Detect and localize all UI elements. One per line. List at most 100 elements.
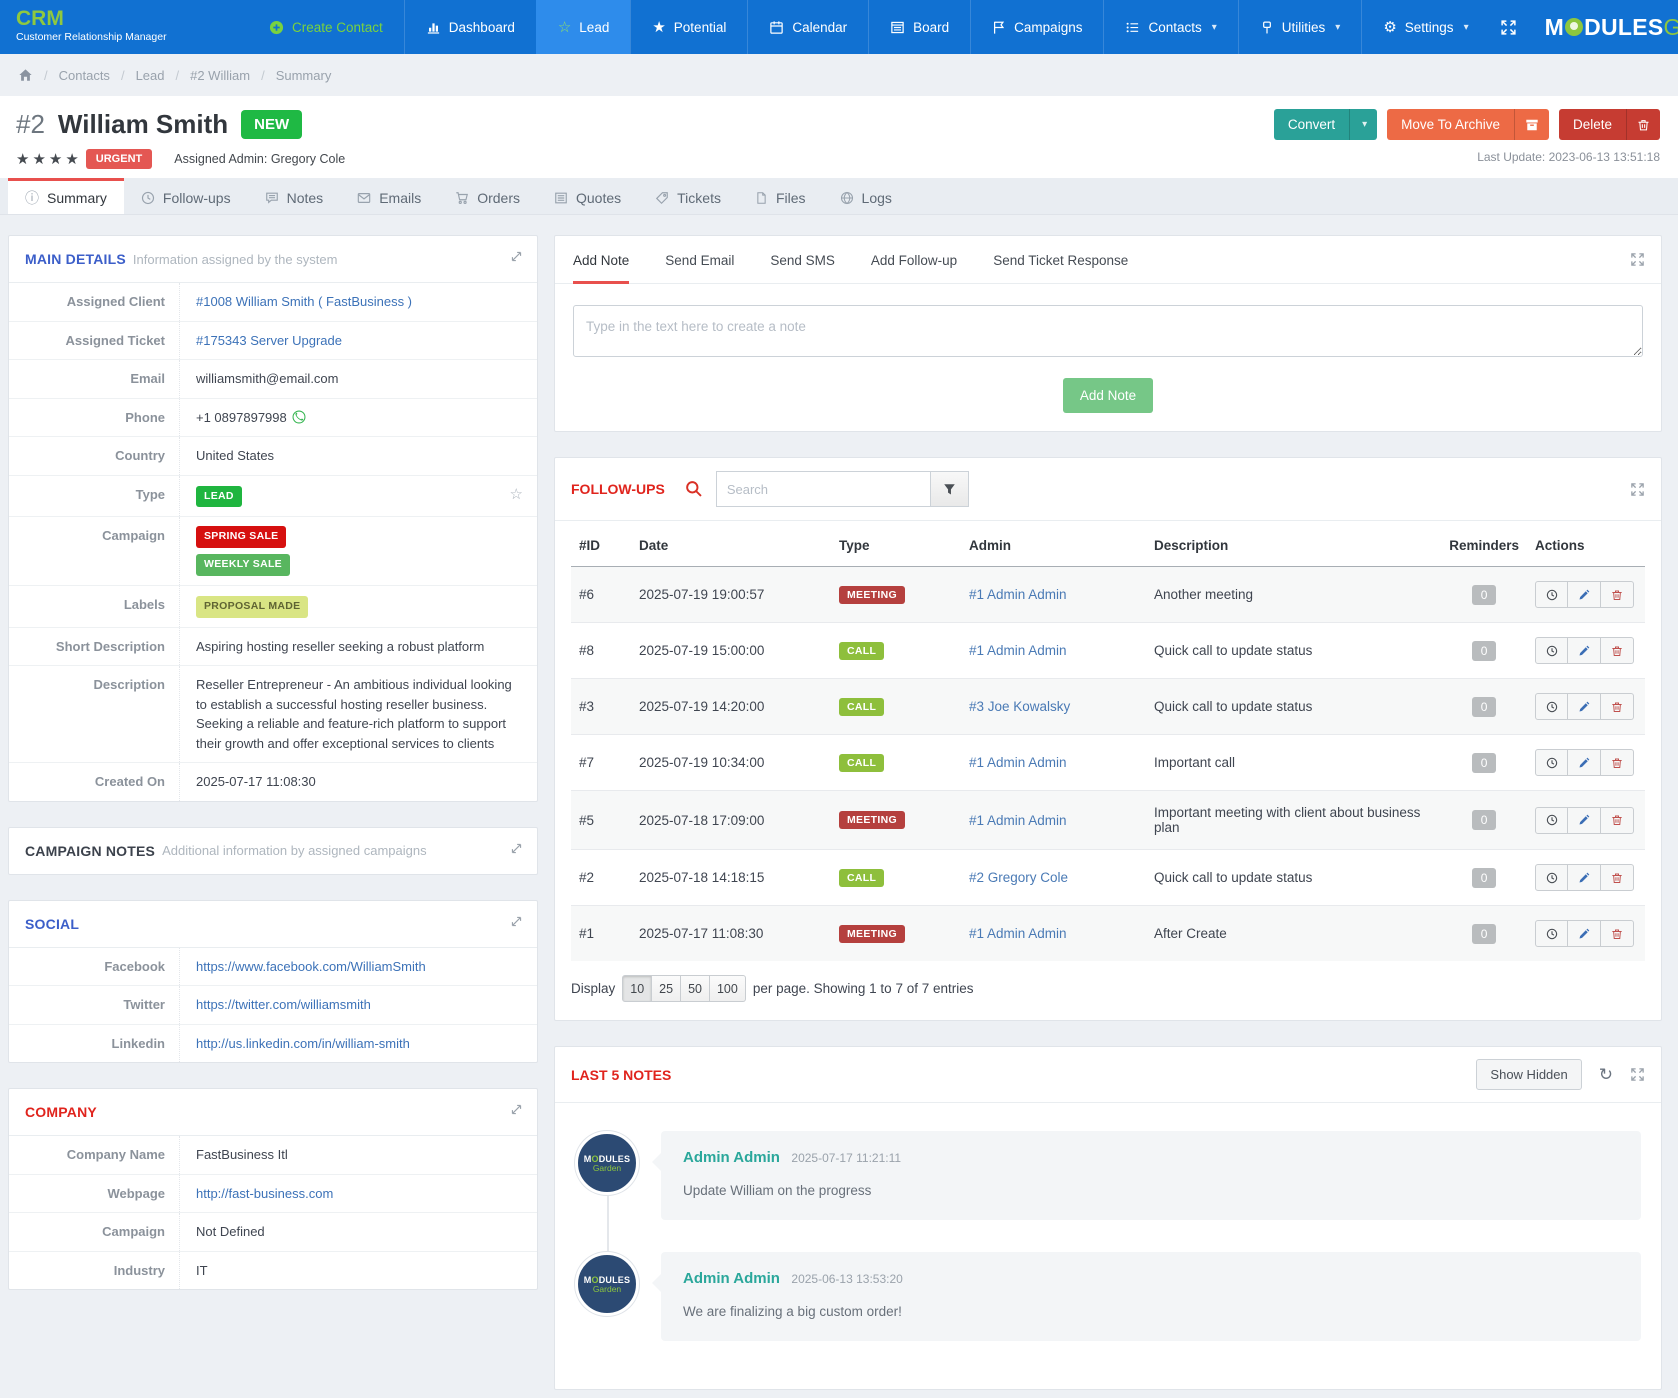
nav-campaigns[interactable]: Campaigns [970, 0, 1103, 54]
breadcrumb-lead[interactable]: Lead [136, 68, 165, 83]
column-header-id[interactable]: #ID [571, 525, 631, 567]
nav-potential[interactable]: ★ Potential [630, 0, 747, 54]
convert-button[interactable]: Convert ▾ [1274, 109, 1377, 140]
edit-pencil-button[interactable] [1568, 807, 1601, 834]
edit-pencil-button[interactable] [1568, 693, 1601, 720]
tab-logs[interactable]: Logs [823, 178, 909, 214]
convert-dropdown-toggle[interactable]: ▾ [1349, 109, 1377, 140]
page-size-50[interactable]: 50 [681, 975, 710, 1002]
tab-files[interactable]: Files [738, 178, 823, 214]
reminder-clock-button[interactable] [1535, 749, 1568, 776]
composer-tab-send-email[interactable]: Send Email [665, 236, 734, 284]
twitter-link[interactable]: https://twitter.com/williamsmith [196, 997, 371, 1012]
lead-id: #2 [16, 109, 45, 140]
reminder-clock-button[interactable] [1535, 864, 1568, 891]
composer-tab-add-note[interactable]: Add Note [573, 236, 629, 284]
admin-link[interactable]: #1 Admin Admin [969, 755, 1067, 770]
admin-link[interactable]: #3 Joe Kowalsky [969, 699, 1070, 714]
row-label: Country [9, 437, 179, 475]
nav-calendar[interactable]: Calendar [747, 0, 868, 54]
fullscreen-expand-icon[interactable] [1630, 1067, 1645, 1082]
nav-board[interactable]: Board [868, 0, 970, 54]
page-size-25[interactable]: 25 [652, 975, 681, 1002]
detail-row-labels: Labels PROPOSAL MADE [9, 585, 537, 627]
column-header-date[interactable]: Date [631, 525, 831, 567]
assigned-client-link[interactable]: #1008 William Smith ( FastBusiness ) [196, 294, 412, 309]
admin-link[interactable]: #1 Admin Admin [969, 926, 1067, 941]
reminder-clock-button[interactable] [1535, 581, 1568, 608]
reminder-clock-button[interactable] [1535, 637, 1568, 664]
edit-pencil-button[interactable] [1568, 749, 1601, 776]
facebook-link[interactable]: https://www.facebook.com/WilliamSmith [196, 959, 426, 974]
delete-trash-button[interactable] [1601, 864, 1634, 891]
delete-button[interactable]: Delete [1559, 109, 1660, 140]
company-campaign-value: Not Defined [179, 1213, 537, 1251]
nav-settings[interactable]: ⚙ Settings ▾ [1361, 0, 1489, 54]
nav-create-contact[interactable]: Create Contact [248, 0, 404, 54]
tab-followups[interactable]: Follow-ups [124, 178, 248, 214]
edit-pencil-button[interactable] [1568, 864, 1601, 891]
breadcrumb-contacts[interactable]: Contacts [59, 68, 110, 83]
webpage-link[interactable]: http://fast-business.com [196, 1186, 333, 1201]
delete-trash-button[interactable] [1601, 807, 1634, 834]
chevron-down-icon: ▾ [1362, 119, 1367, 130]
reminder-clock-button[interactable] [1535, 693, 1568, 720]
search-input[interactable] [716, 471, 931, 507]
page-size-100[interactable]: 100 [710, 975, 746, 1002]
fullscreen-expand-icon[interactable] [1630, 482, 1645, 497]
reminders-badge: 0 [1472, 697, 1497, 717]
filter-button[interactable] [931, 471, 969, 507]
breadcrumb-record[interactable]: #2 William [190, 68, 250, 83]
collapse-diagonal-icon[interactable] [510, 915, 523, 928]
delete-trash-button[interactable] [1601, 637, 1634, 664]
column-header-admin[interactable]: Admin [961, 525, 1146, 567]
linkedin-link[interactable]: http://us.linkedin.com/in/william-smith [196, 1036, 410, 1051]
tab-summary[interactable]: ⓘ Summary [8, 178, 124, 214]
admin-link[interactable]: #1 Admin Admin [969, 813, 1067, 828]
admin-link[interactable]: #1 Admin Admin [969, 587, 1067, 602]
fullscreen-icon[interactable] [1500, 19, 1517, 36]
nav-contacts[interactable]: Contacts ▾ [1103, 0, 1237, 54]
tab-quotes[interactable]: Quotes [537, 178, 638, 214]
composer-tab-send-ticket-response[interactable]: Send Ticket Response [993, 236, 1128, 284]
favorite-star-icon[interactable]: ☆ [510, 484, 523, 507]
delete-trash-button[interactable] [1601, 693, 1634, 720]
note-author: Admin Admin [683, 1149, 780, 1166]
tab-label: Quotes [576, 190, 621, 206]
move-to-archive-button[interactable]: Move To Archive [1387, 109, 1549, 140]
collapse-diagonal-icon[interactable] [510, 250, 523, 263]
edit-pencil-button[interactable] [1568, 581, 1601, 608]
admin-link[interactable]: #1 Admin Admin [969, 643, 1067, 658]
delete-trash-button[interactable] [1601, 581, 1634, 608]
assigned-ticket-link[interactable]: #175343 Server Upgrade [196, 333, 342, 348]
refresh-icon[interactable]: ↻ [1599, 1066, 1613, 1083]
tab-emails[interactable]: Emails [340, 178, 438, 214]
note-textarea[interactable] [573, 305, 1643, 357]
home-icon[interactable] [18, 68, 33, 82]
composer-tab-send-sms[interactable]: Send SMS [770, 236, 835, 284]
reminder-clock-button[interactable] [1535, 807, 1568, 834]
fullscreen-expand-icon[interactable] [1630, 252, 1645, 267]
delete-trash-button[interactable] [1601, 920, 1634, 947]
tab-notes[interactable]: Notes [248, 178, 341, 214]
edit-pencil-button[interactable] [1568, 637, 1601, 664]
reminder-clock-button[interactable] [1535, 920, 1568, 947]
delete-trash-button[interactable] [1601, 749, 1634, 776]
show-hidden-button[interactable]: Show Hidden [1476, 1059, 1581, 1090]
nav-utilities[interactable]: Utilities ▾ [1238, 0, 1362, 54]
column-header-reminders[interactable]: Reminders [1441, 525, 1527, 567]
admin-link[interactable]: #2 Gregory Cole [969, 870, 1068, 885]
column-header-description[interactable]: Description [1146, 525, 1441, 567]
expand-diagonal-icon[interactable] [510, 842, 523, 855]
tab-tickets[interactable]: Tickets [638, 178, 738, 214]
collapse-diagonal-icon[interactable] [510, 1103, 523, 1116]
nav-dashboard[interactable]: Dashboard [404, 0, 536, 54]
page-size-10[interactable]: 10 [622, 975, 652, 1002]
tab-orders[interactable]: Orders [438, 178, 537, 214]
whatsapp-icon[interactable] [292, 410, 306, 424]
composer-tab-add-followup[interactable]: Add Follow-up [871, 236, 957, 284]
column-header-type[interactable]: Type [831, 525, 961, 567]
edit-pencil-button[interactable] [1568, 920, 1601, 947]
add-note-button[interactable]: Add Note [1063, 378, 1153, 413]
nav-lead[interactable]: ☆ Lead [536, 0, 631, 54]
